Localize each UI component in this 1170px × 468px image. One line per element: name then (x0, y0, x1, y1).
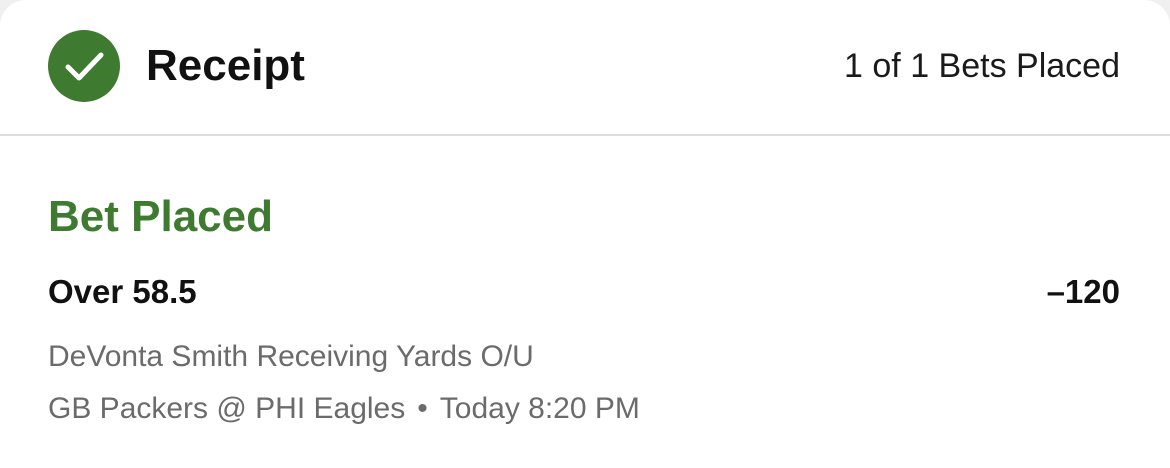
separator-dot: • (417, 392, 428, 425)
bets-placed-count: 1 of 1 Bets Placed (844, 47, 1120, 85)
event-matchup: GB Packers @ PHI Eagles (48, 392, 406, 425)
bet-selection: Over 58.5 (48, 273, 197, 310)
bet-market: DeVonta Smith Receiving Yards O/U (48, 340, 534, 373)
receipt-header: Receipt 1 of 1 Bets Placed (0, 0, 1170, 136)
event-time: Today 8:20 PM (439, 392, 640, 425)
receipt-sheet: Receipt 1 of 1 Bets Placed Bet Placed Ov… (0, 0, 1170, 468)
checkmark-icon (65, 52, 104, 81)
receipt-title: Receipt (146, 41, 305, 90)
event-info: GB Packers @ PHI Eagles • Today 8:20 PM (48, 388, 640, 430)
bet-odds: –120 (1046, 273, 1120, 310)
check-circle-icon (48, 30, 120, 102)
bet-status: Bet Placed (48, 192, 273, 241)
